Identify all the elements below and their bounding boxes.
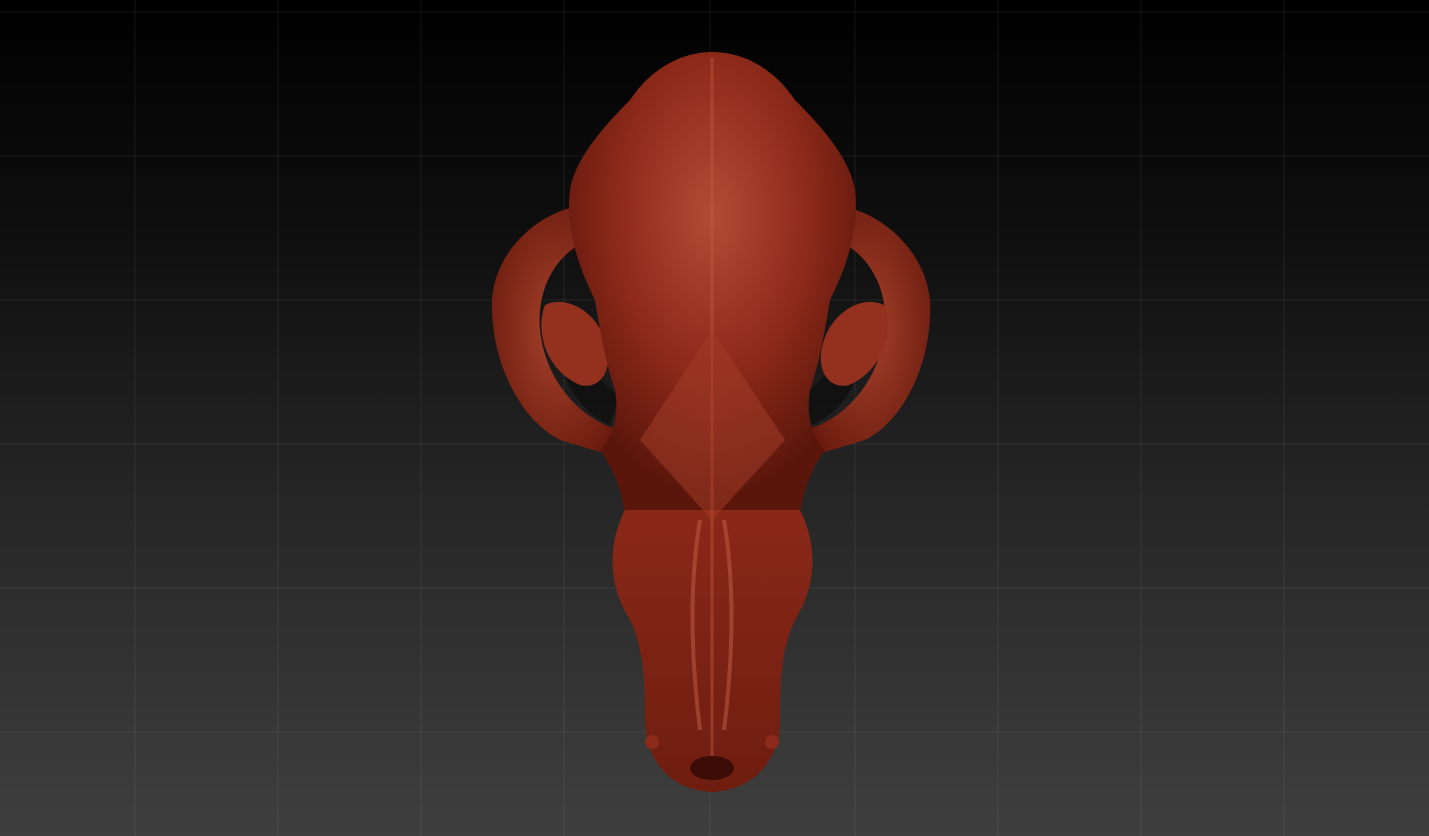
3d-viewport[interactable] bbox=[0, 0, 1429, 836]
nasal-opening bbox=[690, 756, 734, 780]
skull-model[interactable] bbox=[0, 0, 1429, 836]
